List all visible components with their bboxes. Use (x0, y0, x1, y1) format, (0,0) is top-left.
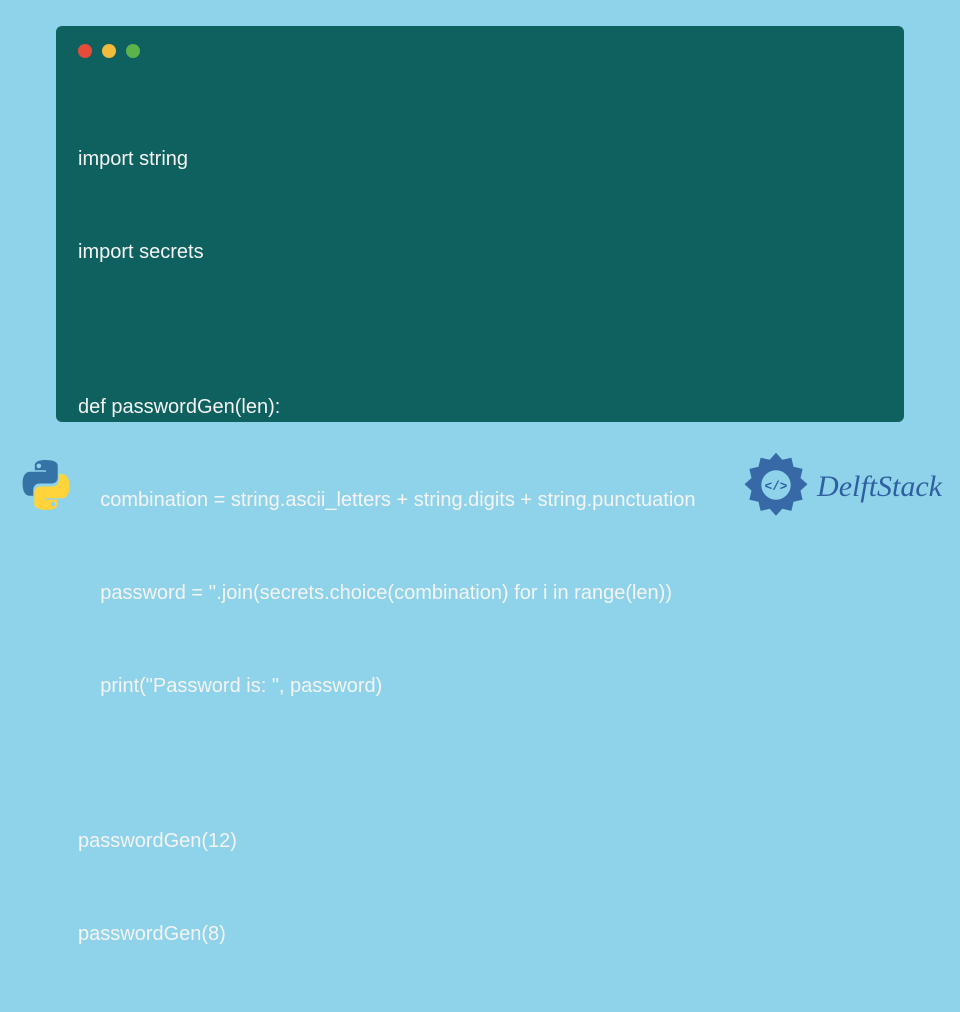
minimize-icon (102, 44, 116, 58)
footer-bar: </> DelftStack (0, 440, 960, 540)
brand-logo: </> DelftStack (741, 450, 942, 525)
code-window: import string import secrets def passwor… (56, 26, 904, 422)
python-logo-icon (18, 457, 74, 518)
code-line: import secrets (78, 237, 882, 268)
maximize-icon (126, 44, 140, 58)
code-line: print("Password is: ", password) (78, 671, 882, 702)
code-line: def passwordGen(len): (78, 392, 882, 423)
brand-name: DelftStack (817, 470, 942, 504)
svg-text:</>: </> (765, 479, 788, 493)
code-block: import string import secrets def passwor… (78, 82, 882, 1012)
code-line: password = ''.join(secrets.choice(combin… (78, 578, 882, 609)
code-line: passwordGen(12) (78, 826, 882, 857)
close-icon (78, 44, 92, 58)
code-line: passwordGen(8) (78, 919, 882, 950)
window-traffic-lights (78, 44, 882, 58)
code-line: import string (78, 144, 882, 175)
brand-mark-icon: </> (741, 450, 811, 525)
